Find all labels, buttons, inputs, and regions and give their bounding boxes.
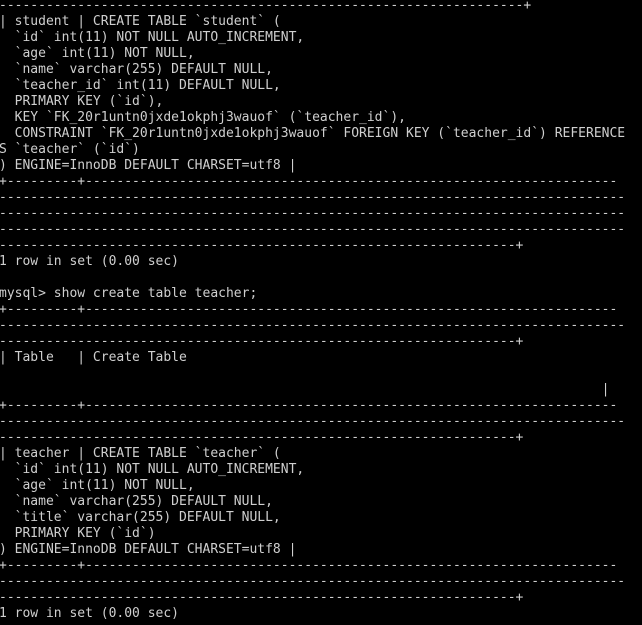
terminal-line: PRIMARY KEY (`id`) xyxy=(0,526,156,541)
terminal-line: S `teacher` (`id`) xyxy=(0,142,140,157)
terminal-window[interactable]: ----------------------------------------… xyxy=(0,0,642,625)
terminal-line: `age` int(11) NOT NULL, xyxy=(0,478,195,493)
terminal-line: | student | CREATE TABLE `student` ( xyxy=(0,14,281,29)
terminal-line: +---------+-----------------------------… xyxy=(0,302,618,317)
terminal-line: ----------------------------------------… xyxy=(0,590,524,605)
terminal-line: | teacher | CREATE TABLE `teacher` ( xyxy=(0,446,281,461)
terminal-line: `name` varchar(255) DEFAULT NULL, xyxy=(0,494,273,509)
terminal-line: +---------+-----------------------------… xyxy=(0,558,618,573)
terminal-line: `id` int(11) NOT NULL AUTO_INCREMENT, xyxy=(0,30,305,45)
terminal-line: | Table | Create Table xyxy=(0,350,187,365)
terminal-line: `id` int(11) NOT NULL AUTO_INCREMENT, xyxy=(0,462,305,477)
terminal-screen[interactable]: ----------------------------------------… xyxy=(0,0,642,622)
terminal-line: KEY `FK_20r1untn0jxde1okphj3wauof` (`tea… xyxy=(0,110,406,125)
terminal-line: 1 row in set (0.00 sec) xyxy=(0,606,180,621)
terminal-line: ----------------------------------------… xyxy=(0,334,524,349)
terminal-line: | xyxy=(0,382,610,397)
terminal-line: +---------+-----------------------------… xyxy=(0,398,618,413)
terminal-line: `age` int(11) NOT NULL, xyxy=(0,46,195,61)
terminal-line: ----------------------------------------… xyxy=(0,318,626,333)
terminal-line: ) ENGINE=InnoDB DEFAULT CHARSET=utf8 | xyxy=(0,542,297,557)
terminal-line: CONSTRAINT `FK_20r1untn0jxde1okphj3wauof… xyxy=(0,126,626,141)
terminal-line: +---------+-----------------------------… xyxy=(0,174,618,189)
terminal-line: ----------------------------------------… xyxy=(0,206,626,221)
terminal-line: ) ENGINE=InnoDB DEFAULT CHARSET=utf8 | xyxy=(0,158,297,173)
terminal-line: ----------------------------------------… xyxy=(0,574,626,589)
terminal-line: mysql> show create table teacher; xyxy=(0,286,258,301)
terminal-line: `name` varchar(255) DEFAULT NULL, xyxy=(0,62,273,77)
terminal-line: ----------------------------------------… xyxy=(0,414,626,429)
terminal-line: `title` varchar(255) DEFAULT NULL, xyxy=(0,510,281,525)
terminal-line: ----------------------------------------… xyxy=(0,238,524,253)
terminal-line: ----------------------------------------… xyxy=(0,222,626,237)
terminal-line: PRIMARY KEY (`id`), xyxy=(0,94,164,109)
terminal-line: ----------------------------------------… xyxy=(0,0,532,13)
terminal-line: 1 row in set (0.00 sec) xyxy=(0,254,180,269)
terminal-line: `teacher_id` int(11) DEFAULT NULL, xyxy=(0,78,281,93)
terminal-line: ----------------------------------------… xyxy=(0,430,524,445)
terminal-line: ----------------------------------------… xyxy=(0,190,626,205)
